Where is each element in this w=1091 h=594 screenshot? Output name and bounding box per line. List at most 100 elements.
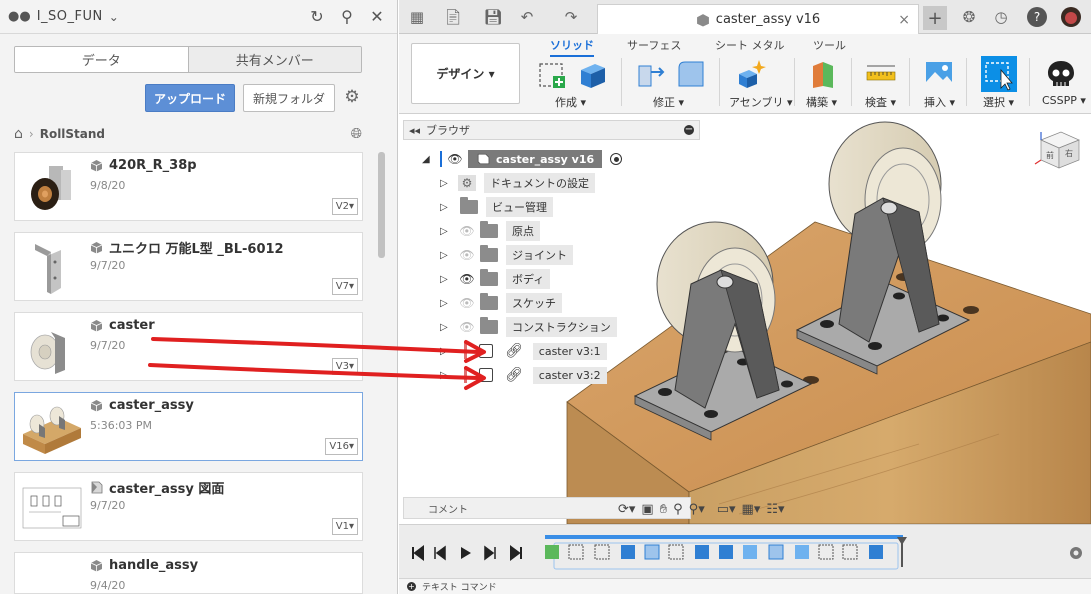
viewports-icon[interactable]: ☷▾	[766, 502, 784, 517]
expand-triangle-icon[interactable]: ▷	[440, 178, 450, 189]
visibility-icon[interactable]: 👁︎	[458, 271, 476, 287]
avatar[interactable]	[1059, 5, 1083, 29]
list-item[interactable]: caster_assy 図面 9/7/20 V1▾	[14, 472, 363, 541]
expand-triangle-icon[interactable]: ▷	[440, 346, 450, 357]
version-dropdown[interactable]: V3▾	[331, 358, 358, 375]
document-tab[interactable]: caster_assy v16 ×	[597, 4, 919, 34]
expand-triangle-icon[interactable]: ▷	[440, 250, 450, 261]
activate-radio-icon[interactable]	[610, 153, 623, 165]
construct-group-label[interactable]: 構築 ▾	[806, 94, 837, 110]
list-item[interactable]: caster_assy 5:36:03 PM V16▾	[14, 392, 363, 461]
fillet-icon[interactable]	[675, 58, 707, 90]
list-item[interactable]: handle_assy 9/4/20	[14, 552, 363, 594]
browser-node[interactable]: ▷ 🔗︎ caster v3:2	[440, 365, 607, 385]
hidden-eye-icon[interactable]: 👁︎	[458, 223, 476, 239]
assemble-group-label[interactable]: アセンブリ ▾	[729, 94, 792, 110]
tab-data[interactable]: データ	[15, 47, 188, 72]
list-item[interactable]: ユニクロ 万能L型 _BL-6012 9/7/20 V7▾	[14, 232, 363, 301]
browser-root-node[interactable]: ◢ 👁︎ caster_assy v16	[422, 149, 623, 169]
look-at-icon[interactable]: ▣	[641, 502, 653, 517]
expand-triangle-icon[interactable]: ▷	[440, 226, 450, 237]
browser-node[interactable]: ▷ 👁︎ 原点	[440, 221, 540, 241]
home-icon[interactable]: ⌂	[14, 126, 23, 142]
hidden-eye-icon[interactable]: 👁︎	[458, 295, 476, 311]
csspp-group-label[interactable]: CSSPP ▾	[1042, 94, 1086, 107]
chevron-down-icon[interactable]: ⌄	[109, 10, 119, 24]
browser-node[interactable]: ▷ 👁︎ ボディ	[440, 269, 551, 289]
timeline-gear-icon[interactable]	[1070, 547, 1082, 559]
orbit-icon[interactable]: ⟳▾	[618, 502, 635, 517]
upload-button[interactable]: アップロード	[145, 84, 235, 112]
workspace-switcher[interactable]: デザイン ▾	[411, 43, 520, 104]
hidden-eye-icon[interactable]: 👁︎	[458, 247, 476, 263]
extrude-icon[interactable]	[577, 58, 609, 90]
measure-icon[interactable]	[865, 58, 897, 90]
select-group-label[interactable]: 選択 ▾	[983, 94, 1014, 110]
select-icon[interactable]	[981, 56, 1017, 92]
collapse-icon[interactable]: ◂◂	[409, 124, 420, 137]
help-icon[interactable]: ?	[1027, 7, 1047, 27]
collapse-triangle-icon[interactable]: ◢	[422, 154, 432, 165]
scrollbar[interactable]	[378, 152, 385, 258]
close-icon[interactable]: ×	[898, 12, 910, 28]
hidden-eye-icon[interactable]: 👁︎	[458, 319, 476, 335]
browser-node[interactable]: ▷ 🔗︎ caster v3:1	[440, 341, 607, 361]
timeline-feature-icons[interactable]	[545, 544, 883, 560]
expand-triangle-icon[interactable]: ▷	[440, 202, 450, 213]
expand-plus-icon[interactable]: +	[407, 582, 416, 591]
browser-node[interactable]: ▷ 👁︎ コンストラクション	[440, 317, 617, 337]
skull-icon[interactable]	[1045, 58, 1077, 90]
insert-image-icon[interactable]	[923, 58, 955, 90]
search-icon[interactable]: ⚲	[335, 5, 359, 29]
fit-icon[interactable]: ⚲▾	[689, 502, 705, 517]
expand-triangle-icon[interactable]: ▷	[440, 274, 450, 285]
redo-icon[interactable]: ↷	[559, 5, 583, 29]
minimize-icon[interactable]: −	[684, 125, 694, 135]
globe-icon[interactable]: 🌐︎	[351, 126, 362, 142]
close-icon[interactable]: ✕	[365, 5, 389, 29]
new-tab-button[interactable]: +	[923, 6, 947, 30]
insert-group-label[interactable]: 挿入 ▾	[924, 94, 955, 110]
version-dropdown[interactable]: V1▾	[331, 518, 358, 535]
expand-triangle-icon[interactable]: ▷	[440, 298, 450, 309]
text-command-bar[interactable]: + テキスト コマンド	[399, 578, 1091, 594]
version-dropdown[interactable]: V7▾	[331, 278, 358, 295]
tab-sheet-metal[interactable]: シート メタル	[715, 37, 785, 53]
version-dropdown[interactable]: V16▾	[325, 438, 358, 455]
file-name[interactable]: caster_assy	[90, 398, 194, 413]
offset-plane-icon[interactable]	[807, 58, 839, 90]
press-pull-icon[interactable]	[635, 58, 667, 90]
browser-node[interactable]: ▷ 👁︎ スケッチ	[440, 293, 562, 313]
list-item[interactable]: caster 9/7/20 V3▾	[14, 312, 363, 381]
extensions-icon[interactable]: ❂	[957, 5, 981, 29]
viewcube[interactable]: 前 右	[1034, 131, 1080, 169]
browser-node[interactable]: ▷ 👁︎ ジョイント	[440, 245, 573, 265]
new-component-icon[interactable]	[735, 58, 767, 90]
new-folder-button[interactable]: 新規フォルダ	[243, 84, 335, 112]
inspect-group-label[interactable]: 検査 ▾	[865, 94, 896, 110]
tab-surface[interactable]: サーフェス	[627, 37, 681, 53]
grid-menu-icon[interactable]: ▦	[405, 5, 429, 29]
file-name[interactable]: caster_assy 図面	[90, 478, 224, 497]
team-name[interactable]: I_SO_FUN	[37, 9, 103, 24]
undo-icon[interactable]: ↶	[515, 5, 539, 29]
browser-node[interactable]: ▷ ビュー管理	[440, 197, 553, 217]
list-item[interactable]: 420R_R_38p 9/8/20 V2▾	[14, 152, 363, 221]
tab-tools[interactable]: ツール	[813, 37, 846, 53]
file-menu-icon[interactable]: 📄︎	[441, 5, 465, 29]
file-name[interactable]: ユニクロ 万能L型 _BL-6012	[90, 238, 284, 257]
file-name[interactable]: 420R_R_38p	[90, 158, 197, 173]
pan-icon[interactable]: ✋︎	[660, 502, 667, 517]
expand-triangle-icon[interactable]: ▷	[440, 370, 450, 381]
create-group-label[interactable]: 作成 ▾	[555, 94, 586, 110]
playback-controls[interactable]	[412, 545, 522, 561]
version-dropdown[interactable]: V2▾	[331, 198, 358, 215]
display-settings-icon[interactable]: ▭▾	[717, 502, 736, 517]
job-status-icon[interactable]: ◷	[989, 5, 1013, 29]
create-sketch-icon[interactable]	[537, 58, 569, 90]
grid-settings-icon[interactable]: ▦▾	[742, 502, 761, 517]
visibility-icon[interactable]: 👁︎	[446, 151, 464, 167]
expand-triangle-icon[interactable]: ▷	[440, 322, 450, 333]
gear-icon[interactable]: ⚙	[342, 87, 362, 107]
refresh-icon[interactable]: ↻	[305, 5, 329, 29]
